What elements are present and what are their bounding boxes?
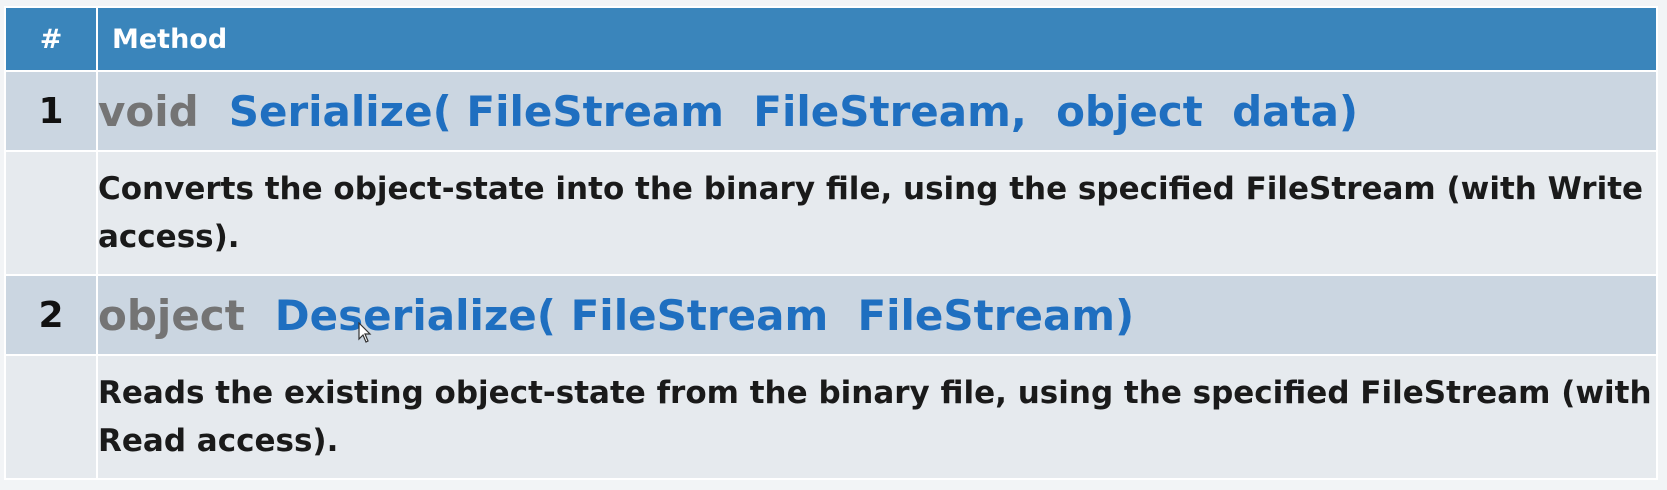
method-description: Converts the object-state into the binar… bbox=[96, 150, 1658, 276]
return-type: void bbox=[98, 86, 199, 136]
table-row-description-2: Reads the existing object-state from the… bbox=[4, 354, 1658, 480]
method-signature: void Serialize( FileStream FileStream, ob… bbox=[96, 70, 1658, 152]
table-row-description-1: Converts the object-state into the binar… bbox=[4, 150, 1658, 276]
header-method: Method bbox=[96, 6, 1658, 72]
table-row-signature-2: 2 object Deserialize( FileStream FileStre… bbox=[4, 274, 1658, 356]
method-description: Reads the existing object-state from the… bbox=[96, 354, 1658, 480]
header-num: # bbox=[4, 6, 98, 72]
table-row-signature-1: 1 void Serialize( FileStream FileStream, … bbox=[4, 70, 1658, 152]
row-number: 1 bbox=[4, 70, 98, 152]
row-number: 2 bbox=[4, 274, 98, 356]
methods-table: # Method 1 void Serialize( FileStream Fil… bbox=[4, 6, 1658, 480]
return-type: object bbox=[98, 290, 245, 340]
empty-num-cell bbox=[4, 354, 98, 480]
empty-num-cell bbox=[4, 150, 98, 276]
table-header-row: # Method bbox=[4, 6, 1658, 72]
method-signature: object Deserialize( FileStream FileStream… bbox=[96, 274, 1658, 356]
method-name: Serialize( FileStream FileStream, object… bbox=[228, 86, 1359, 136]
slide-frame: # Method 1 void Serialize( FileStream Fil… bbox=[0, 0, 1667, 490]
method-name: Deserialize( FileStream FileStream) bbox=[274, 290, 1135, 340]
